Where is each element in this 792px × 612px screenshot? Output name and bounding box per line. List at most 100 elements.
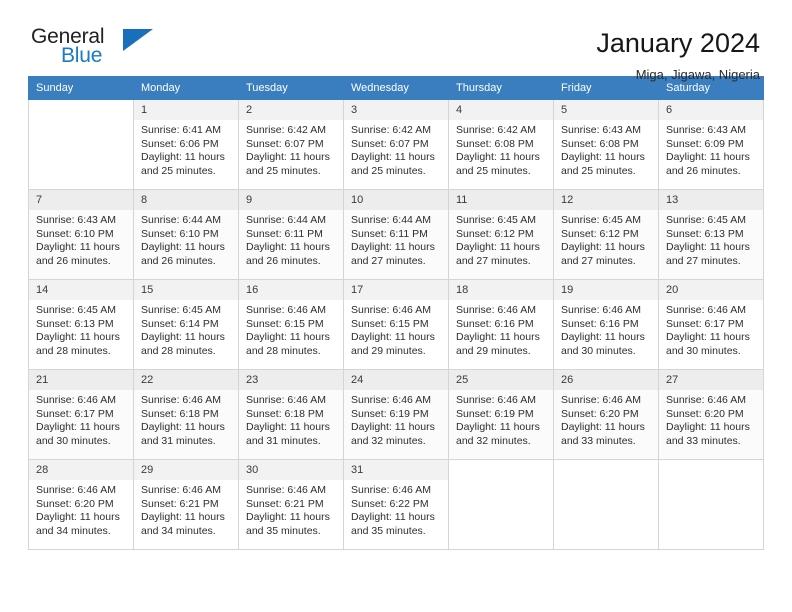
daylight-text-line2: and 26 minutes. [36,254,111,267]
calendar-day-cell[interactable]: 21 Sunrise: 6:46 AM Sunset: 6:17 PM Dayligh… [28,369,134,460]
day-sun-info: Sunrise: 6:46 AM Sunset: 6:15 PM Daylight:… [344,300,448,358]
calendar-day-cell-empty [658,459,764,550]
day-sun-info: Sunrise: 6:45 AM Sunset: 6:12 PM Daylight:… [554,210,658,268]
day-number: 17 [344,280,448,300]
calendar-day-cell[interactable]: 18 Sunrise: 6:46 AM Sunset: 6:16 PM Dayligh… [448,279,554,370]
sunrise-text: Sunrise: 6:42 AM [351,124,431,136]
day-cell-inner: 7 Sunrise: 6:43 AM Sunset: 6:10 PM Daylight… [29,190,133,279]
sunset-text: Sunset: 6:12 PM [561,227,639,240]
calendar-day-cell[interactable]: 14 Sunrise: 6:45 AM Sunset: 6:13 PM Dayligh… [28,279,134,370]
daylight-text-line1: Daylight: 11 hours [246,151,330,164]
calendar-day-cell[interactable]: 1 Sunrise: 6:41 AM Sunset: 6:06 PM Daylight… [133,99,239,190]
daylight-text-line2: and 30 minutes. [36,434,111,447]
day-sun-info: Sunrise: 6:46 AM Sunset: 6:22 PM Daylight:… [344,480,448,538]
weekday-header-tuesday: Tuesday [238,76,344,100]
daylight-text-line1: Daylight: 11 hours [666,151,750,164]
generalblue-logo[interactable]: General Blue [28,26,158,74]
calendar-day-cell[interactable]: 16 Sunrise: 6:46 AM Sunset: 6:15 PM Dayligh… [238,279,344,370]
sunrise-text: Sunrise: 6:43 AM [666,124,746,136]
day-cell-inner: 17 Sunrise: 6:46 AM Sunset: 6:15 PM Dayligh… [344,280,448,369]
calendar-day-cell[interactable]: 20 Sunrise: 6:46 AM Sunset: 6:17 PM Dayligh… [658,279,764,370]
day-sun-info: Sunrise: 6:46 AM Sunset: 6:19 PM Daylight:… [344,390,448,448]
day-sun-info: Sunrise: 6:46 AM Sunset: 6:16 PM Daylight:… [449,300,553,358]
day-cell-inner: 30 Sunrise: 6:46 AM Sunset: 6:21 PM Dayligh… [239,460,343,549]
sunset-text: Sunset: 6:18 PM [246,407,324,420]
calendar-day-cell[interactable]: 30 Sunrise: 6:46 AM Sunset: 6:21 PM Dayligh… [238,459,344,550]
calendar-day-cell[interactable]: 23 Sunrise: 6:46 AM Sunset: 6:18 PM Dayligh… [238,369,344,460]
day-cell-inner: 18 Sunrise: 6:46 AM Sunset: 6:16 PM Dayligh… [449,280,553,369]
calendar-day-cell[interactable]: 10 Sunrise: 6:44 AM Sunset: 6:11 PM Dayligh… [343,189,449,280]
daylight-text-line2: and 27 minutes. [456,254,531,267]
calendar-day-cell[interactable]: 15 Sunrise: 6:45 AM Sunset: 6:14 PM Dayligh… [133,279,239,370]
calendar-day-cell[interactable]: 28 Sunrise: 6:46 AM Sunset: 6:20 PM Dayligh… [28,459,134,550]
triangle-icon [123,29,153,51]
sunrise-text: Sunrise: 6:46 AM [561,394,641,406]
day-sun-info: Sunrise: 6:45 AM Sunset: 6:13 PM Daylight:… [659,210,763,268]
daylight-text-line1: Daylight: 11 hours [36,511,120,524]
calendar-day-cell[interactable]: 25 Sunrise: 6:46 AM Sunset: 6:19 PM Dayligh… [448,369,554,460]
calendar-day-cell[interactable]: 8 Sunrise: 6:44 AM Sunset: 6:10 PM Daylight… [133,189,239,280]
sunset-text: Sunset: 6:16 PM [561,317,639,330]
sunrise-text: Sunrise: 6:46 AM [351,304,431,316]
daylight-text-line1: Daylight: 11 hours [246,511,330,524]
calendar-day-cell[interactable]: 3 Sunrise: 6:42 AM Sunset: 6:07 PM Daylight… [343,99,449,190]
calendar-day-cell[interactable]: 19 Sunrise: 6:46 AM Sunset: 6:16 PM Dayligh… [553,279,659,370]
daylight-text-line2: and 29 minutes. [456,344,531,357]
day-cell-inner: 3 Sunrise: 6:42 AM Sunset: 6:07 PM Daylight… [344,100,448,189]
calendar-day-cell[interactable]: 24 Sunrise: 6:46 AM Sunset: 6:19 PM Dayligh… [343,369,449,460]
day-number: 28 [29,460,133,480]
daylight-text-line1: Daylight: 11 hours [561,421,645,434]
sunrise-text: Sunrise: 6:46 AM [246,394,326,406]
calendar-day-cell[interactable]: 5 Sunrise: 6:43 AM Sunset: 6:08 PM Daylight… [553,99,659,190]
sunrise-text: Sunrise: 6:41 AM [141,124,221,136]
calendar-day-cell[interactable]: 17 Sunrise: 6:46 AM Sunset: 6:15 PM Dayligh… [343,279,449,370]
day-cell-inner: 25 Sunrise: 6:46 AM Sunset: 6:19 PM Dayligh… [449,370,553,459]
sunset-text: Sunset: 6:15 PM [246,317,324,330]
daylight-text-line1: Daylight: 11 hours [666,241,750,254]
page-title: January 2024 [596,28,760,58]
calendar-day-cell[interactable]: 12 Sunrise: 6:45 AM Sunset: 6:12 PM Dayligh… [553,189,659,280]
calendar-day-cell[interactable]: 13 Sunrise: 6:45 AM Sunset: 6:13 PM Dayligh… [658,189,764,280]
daylight-text-line1: Daylight: 11 hours [561,241,645,254]
calendar-week-row: 28 Sunrise: 6:46 AM Sunset: 6:20 PM Dayligh… [28,459,764,550]
sunrise-text: Sunrise: 6:43 AM [36,214,116,226]
day-number: 10 [344,190,448,210]
calendar-week-row: 21 Sunrise: 6:46 AM Sunset: 6:17 PM Dayligh… [28,369,764,460]
calendar-day-cell[interactable]: 6 Sunrise: 6:43 AM Sunset: 6:09 PM Daylight… [658,99,764,190]
calendar-day-cell[interactable]: 31 Sunrise: 6:46 AM Sunset: 6:22 PM Dayligh… [343,459,449,550]
calendar-day-cell[interactable]: 11 Sunrise: 6:45 AM Sunset: 6:12 PM Dayligh… [448,189,554,280]
sunrise-text: Sunrise: 6:44 AM [246,214,326,226]
calendar-day-cell[interactable]: 26 Sunrise: 6:46 AM Sunset: 6:20 PM Dayligh… [553,369,659,460]
day-sun-info: Sunrise: 6:46 AM Sunset: 6:21 PM Daylight:… [239,480,343,538]
day-cell-inner: 6 Sunrise: 6:43 AM Sunset: 6:09 PM Daylight… [659,100,763,189]
sunset-text: Sunset: 6:09 PM [666,137,744,150]
day-number: 27 [659,370,763,390]
day-cell-inner: 2 Sunrise: 6:42 AM Sunset: 6:07 PM Daylight… [239,100,343,189]
month-calendar: Sunday Monday Tuesday Wednesday Thursday… [28,76,764,550]
day-cell-inner: 19 Sunrise: 6:46 AM Sunset: 6:16 PM Dayligh… [554,280,658,369]
calendar-day-cell[interactable]: 4 Sunrise: 6:42 AM Sunset: 6:08 PM Daylight… [448,99,554,190]
daylight-text-line2: and 33 minutes. [561,434,636,447]
calendar-day-cell[interactable]: 27 Sunrise: 6:46 AM Sunset: 6:20 PM Dayligh… [658,369,764,460]
calendar-day-cell[interactable]: 22 Sunrise: 6:46 AM Sunset: 6:18 PM Dayligh… [133,369,239,460]
day-sun-info: Sunrise: 6:44 AM Sunset: 6:10 PM Daylight:… [134,210,238,268]
calendar-day-cell[interactable]: 29 Sunrise: 6:46 AM Sunset: 6:21 PM Dayligh… [133,459,239,550]
calendar-day-cell[interactable]: 7 Sunrise: 6:43 AM Sunset: 6:10 PM Daylight… [28,189,134,280]
daylight-text-line2: and 28 minutes. [246,344,321,357]
day-number: 2 [239,100,343,120]
calendar-day-cell[interactable]: 2 Sunrise: 6:42 AM Sunset: 6:07 PM Daylight… [238,99,344,190]
daylight-text-line1: Daylight: 11 hours [456,241,540,254]
calendar-day-cell[interactable]: 9 Sunrise: 6:44 AM Sunset: 6:11 PM Daylight… [238,189,344,280]
day-sun-info: Sunrise: 6:44 AM Sunset: 6:11 PM Daylight:… [239,210,343,268]
weekday-header-monday: Monday [133,76,239,100]
logo-text-blue: Blue [61,44,103,67]
daylight-text-line1: Daylight: 11 hours [141,511,225,524]
day-sun-info: Sunrise: 6:42 AM Sunset: 6:07 PM Daylight:… [344,120,448,178]
daylight-text-line2: and 30 minutes. [561,344,636,357]
daylight-text-line2: and 25 minutes. [561,164,636,177]
day-number: 25 [449,370,553,390]
day-cell-inner: 29 Sunrise: 6:46 AM Sunset: 6:21 PM Dayligh… [134,460,238,549]
day-sun-info: Sunrise: 6:46 AM Sunset: 6:15 PM Daylight:… [239,300,343,358]
sunset-text: Sunset: 6:14 PM [141,317,219,330]
weekday-header-thursday: Thursday [448,76,554,100]
